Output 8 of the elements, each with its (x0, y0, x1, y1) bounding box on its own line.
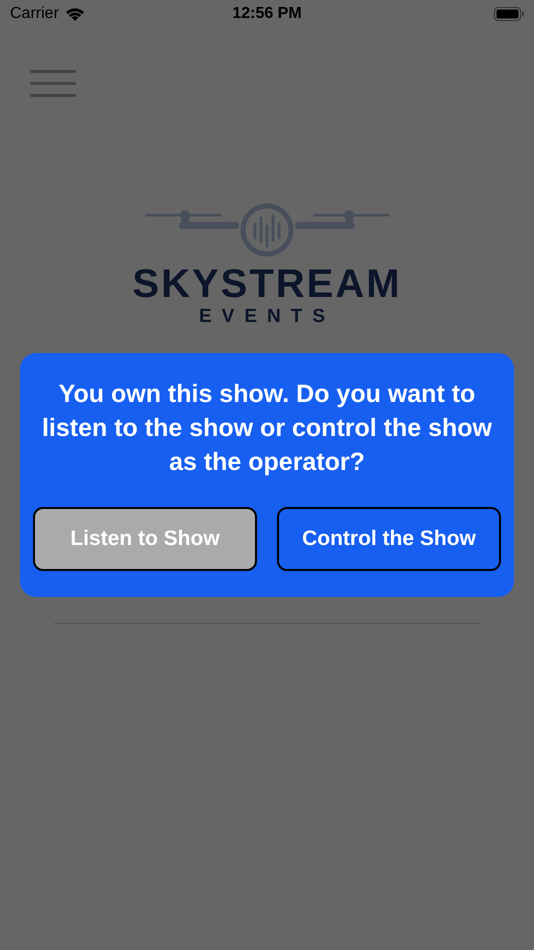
dialog-message: You own this show. Do you want to listen to the show or control the show as the operator? (40, 379, 493, 478)
wifi-icon (64, 7, 85, 21)
menu-icon[interactable] (30, 70, 76, 100)
status-time: 12:56 PM (232, 5, 302, 23)
carrier-name: Carrier (10, 5, 59, 23)
dialog-button[interactable]: Control the Show (277, 507, 501, 571)
logo-title: SKYSTREAM (132, 262, 402, 306)
logo-subtitle: EVENTS (198, 306, 336, 328)
